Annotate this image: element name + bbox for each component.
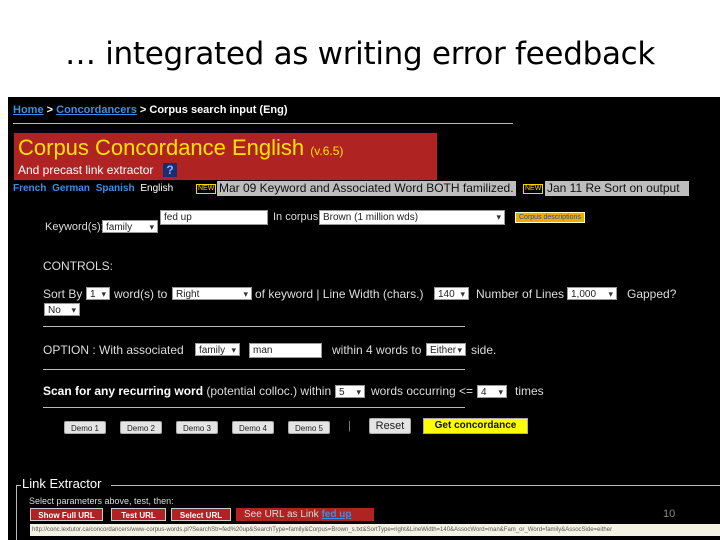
new-badge: NEW: [523, 184, 544, 194]
fieldset-border: [111, 485, 720, 486]
separator: |: [348, 420, 351, 432]
line-width-label: of keyword | Line Width (chars.): [255, 287, 424, 301]
see-url-label: See URL as Link: [244, 509, 319, 520]
lang-french[interactable]: French: [13, 183, 46, 194]
assoc-type-select[interactable]: family: [195, 343, 240, 357]
scan-within-select[interactable]: 5: [335, 385, 365, 399]
breadcrumb-sep: >: [46, 104, 54, 116]
version: (v.6.5): [310, 144, 344, 158]
link-extractor-legend: Link Extractor: [22, 476, 102, 491]
demo-1-button[interactable]: Demo 1: [64, 421, 106, 434]
times-label: times: [515, 384, 544, 398]
demo-4-button[interactable]: Demo 4: [232, 421, 274, 434]
url-field[interactable]: http://conc.lextutor.ca/concordancers/ww…: [30, 524, 720, 536]
embedded-screenshot: Home > Concordancers > Corpus search inp…: [8, 97, 720, 540]
corpus-descriptions-button[interactable]: Corpus descriptions: [515, 212, 585, 223]
news-item: Mar 09 Keyword and Associated Word BOTH …: [217, 181, 516, 196]
app-title: Corpus Concordance English: [18, 135, 305, 160]
lang-spanish[interactable]: Spanish: [96, 183, 135, 194]
num-lines-label: Number of Lines: [476, 287, 565, 301]
keyword-label: Keyword(s):: [45, 221, 104, 233]
assoc-word-input[interactable]: man: [249, 343, 322, 358]
controls-heading: CONTROLS:: [43, 259, 114, 273]
corpus-label: In corpus:: [273, 211, 322, 223]
news-item: Jan 11 Re Sort on output: [545, 181, 689, 196]
gapped-select[interactable]: No: [44, 303, 80, 317]
subtitle: And precast link extractor: [18, 163, 154, 177]
get-concordance-button[interactable]: Get concordance: [423, 418, 528, 434]
keyword-type-select[interactable]: family: [102, 220, 158, 234]
side-label: side.: [471, 343, 497, 357]
breadcrumb: Home > Concordancers > Corpus search inp…: [13, 104, 288, 116]
breadcrumb-concordancers[interactable]: Concordancers: [56, 104, 137, 116]
occurring-label: words occurring <=: [371, 384, 474, 398]
sort-n-select[interactable]: 1: [86, 287, 110, 301]
language-links: French German Spanish English: [13, 183, 173, 194]
direction-select[interactable]: Right: [172, 287, 252, 301]
side-select[interactable]: Either: [426, 343, 466, 357]
demo-2-button[interactable]: Demo 2: [120, 421, 162, 434]
lang-german[interactable]: German: [52, 183, 90, 194]
breadcrumb-sep: >: [139, 104, 147, 116]
within-label: within 4 words to: [332, 343, 422, 357]
words-to-label: word(s) to: [114, 287, 168, 301]
banner: Corpus Concordance English (v.6.5) And p…: [14, 133, 437, 180]
divider: [13, 123, 513, 124]
help-button[interactable]: ?: [163, 163, 177, 177]
fed-up-link[interactable]: fed up: [321, 509, 351, 520]
lang-english: English: [140, 183, 174, 194]
keyword-input[interactable]: fed up: [160, 210, 268, 225]
fieldset-border: [16, 485, 17, 540]
select-url-button[interactable]: Select URL: [171, 508, 231, 521]
corpus-select[interactable]: Brown (1 million wds): [319, 210, 505, 225]
reset-button[interactable]: Reset: [369, 418, 411, 434]
scan-rest: (potential colloc.) within: [206, 384, 332, 398]
demo-3-button[interactable]: Demo 3: [176, 421, 218, 434]
divider: [43, 326, 465, 327]
demo-5-button[interactable]: Demo 5: [288, 421, 330, 434]
sort-by-label: Sort By: [43, 287, 83, 301]
option-label: OPTION : With associated: [43, 343, 184, 357]
divider: [43, 407, 465, 408]
num-lines-select[interactable]: 1,000: [567, 287, 617, 301]
breadcrumb-current: Corpus search input (Eng): [149, 104, 288, 116]
page-number: 10: [663, 508, 676, 520]
new-badge: NEW: [196, 184, 217, 194]
scan-label: Scan for any recurring word: [43, 384, 204, 398]
show-full-url-button[interactable]: Show Full URL: [30, 508, 103, 521]
slide-title: … integrated as writing error feedback: [64, 36, 656, 72]
line-width-select[interactable]: 140: [434, 287, 469, 301]
divider: [43, 369, 465, 370]
test-url-button[interactable]: Test URL: [111, 508, 166, 521]
times-select[interactable]: 4: [477, 385, 507, 399]
see-url-as-link: See URL as Link fed up: [236, 508, 374, 521]
gapped-label: Gapped?: [627, 287, 677, 301]
breadcrumb-home[interactable]: Home: [13, 104, 44, 116]
instructions: Select parameters above, test, then:: [29, 496, 174, 506]
